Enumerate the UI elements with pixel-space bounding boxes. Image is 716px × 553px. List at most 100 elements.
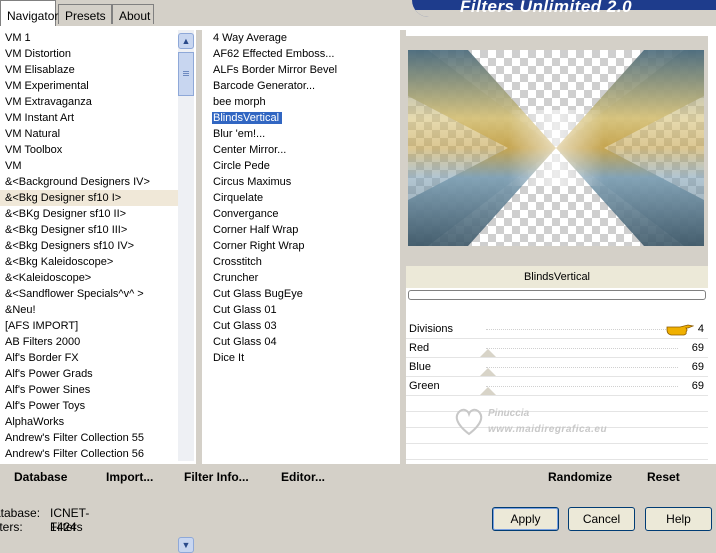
pointing-hand-icon [666,324,694,336]
cancel-button[interactable]: Cancel [568,507,635,531]
param-label: Blue [409,361,432,373]
param-blue[interactable]: Blue 69 [406,358,708,377]
param-track[interactable] [486,367,678,368]
param-green[interactable]: Green 69 [406,377,708,396]
filter-item[interactable]: bee morph [208,94,398,110]
filter-info-button[interactable]: Filter Info... [184,470,249,484]
preview-graphic [408,50,704,246]
database-button[interactable]: Database [14,470,67,484]
category-item[interactable]: Alf's Power Toys [0,398,178,414]
category-item[interactable]: Alf's Power Sines [0,382,178,398]
category-item[interactable]: &<Kaleidoscope> [0,270,178,286]
status-filters-value: 1424 [50,520,77,534]
category-item[interactable]: VM Toolbox [0,142,178,158]
category-item[interactable]: VM Distortion [0,46,178,62]
category-item[interactable]: &Neu! [0,302,178,318]
category-item[interactable]: VM 1 [0,30,178,46]
filter-item-label: Cut Glass 03 [213,320,277,332]
status-filters-label: ilters: [0,520,23,534]
filter-item[interactable]: AF62 Effected Emboss... [208,46,398,62]
param-track[interactable] [486,329,678,330]
category-item[interactable]: AB Filters 2000 [0,334,178,350]
randomize-button[interactable]: Randomize [548,470,612,484]
filter-item[interactable]: Blur 'em!... [208,126,398,142]
category-item[interactable]: &<Bkg Designer sf10 I> [0,190,178,206]
filter-item[interactable]: Dice It [208,350,398,366]
filter-item[interactable]: Center Mirror... [208,142,398,158]
import-button[interactable]: Import... [106,470,153,484]
filter-item[interactable]: Cut Glass 04 [208,334,398,350]
filter-item[interactable]: 4 Way Average [208,30,398,46]
scroll-up-button[interactable]: ▲ [178,33,194,49]
filter-item[interactable]: Cruncher [208,270,398,286]
filter-item[interactable]: Circus Maximus [208,174,398,190]
category-item[interactable]: VM Instant Art [0,110,178,126]
param-track[interactable] [486,386,678,387]
filter-item[interactable]: Convergance [208,206,398,222]
editor-button[interactable]: Editor... [281,470,325,484]
parameter-list: Divisions 4 Red 69 Blue 69 Green 69 [406,320,708,460]
category-item[interactable]: Andrew's Filter Collection 56 [0,446,178,462]
tab-presets[interactable]: Presets [58,4,112,24]
category-item[interactable]: VM Natural [0,126,178,142]
scroll-thumb[interactable] [178,52,194,96]
category-item[interactable]: VM Extravaganza [0,94,178,110]
category-item[interactable]: AlphaWorks [0,414,178,430]
param-label: Red [409,342,430,354]
category-item[interactable]: Alf's Power Grads [0,366,178,382]
slider-handle[interactable] [480,387,496,395]
param-track[interactable] [486,348,678,349]
tab-about[interactable]: About [112,4,154,24]
category-item[interactable]: &<Sandflower Specials^v^ > [0,286,178,302]
category-item[interactable]: &<Bkg Designer sf10 III> [0,222,178,238]
filter-item[interactable]: Cut Glass 01 [208,302,398,318]
category-list[interactable]: VM 1 VM Distortion VM Elisablaze VM Experim… [0,30,178,462]
filter-item-label: Circus Maximus [213,176,292,188]
filter-item[interactable]: Crosstitch [208,254,398,270]
tab-bar: Navigator Presets About [0,0,400,26]
filter-item[interactable]: BlindsVertical [208,110,398,126]
category-item[interactable]: VM Elisablaze [0,62,178,78]
param-value: 69 [691,342,704,354]
category-item[interactable]: VM [0,158,178,174]
param-divisions[interactable]: Divisions 4 [406,320,708,339]
category-item[interactable]: VM Experimental [0,78,178,94]
category-item[interactable]: &<Background Designers IV> [0,174,178,190]
navigator-panel: VM 1 VM Distortion VM Elisablaze VM Experim… [0,26,716,553]
filter-item[interactable]: Cut Glass BugEye [208,286,398,302]
filter-item[interactable]: Corner Half Wrap [208,222,398,238]
filter-item-label: Crosstitch [213,256,262,268]
filter-item[interactable]: ALFs Border Mirror Bevel [208,62,398,78]
filter-list[interactable]: 4 Way Average AF62 Effected Emboss... ALFs… [208,30,398,366]
param-label: Divisions [409,323,454,335]
help-button[interactable]: Help [645,507,712,531]
category-item[interactable]: Andrew's Filter Collection 55 [0,430,178,446]
category-item[interactable]: [AFS IMPORT] [0,318,178,334]
filter-item[interactable]: Cirquelate [208,190,398,206]
category-item[interactable]: &<Bkg Kaleidoscope> [0,254,178,270]
param-red[interactable]: Red 69 [406,339,708,358]
slider-handle[interactable] [480,349,496,357]
apply-button[interactable]: Apply [492,507,559,531]
reset-button[interactable]: Reset [647,470,680,484]
param-value: 69 [691,361,704,373]
filter-item[interactable]: Cut Glass 03 [208,318,398,334]
category-item[interactable]: &<BKg Designer sf10 II> [0,206,178,222]
status-database-label: atabase: [0,506,41,520]
filter-item[interactable]: Circle Pede [208,158,398,174]
slider-handle[interactable] [480,368,496,376]
tab-navigator[interactable]: Navigator [0,0,58,26]
filter-item-label: Dice It [213,352,245,364]
filter-item[interactable]: Barcode Generator... [208,78,398,94]
filter-item-label: Cut Glass 01 [213,304,277,316]
filter-item-label: Circle Pede [213,160,270,172]
param-value: 69 [691,380,704,392]
progress-bar [408,290,706,300]
category-item[interactable]: Alf's Border FX [0,350,178,366]
filter-item-label: Cut Glass BugEye [213,288,303,300]
category-item[interactable]: &<Bkg Designers sf10 IV> [0,238,178,254]
filter-item[interactable]: Corner Right Wrap [208,238,398,254]
app-title: Filters Unlimited 2.0 [460,0,633,16]
scroll-down-button[interactable]: ▼ [178,537,194,553]
category-scrollbar[interactable]: ▲ ▼ [178,30,194,553]
